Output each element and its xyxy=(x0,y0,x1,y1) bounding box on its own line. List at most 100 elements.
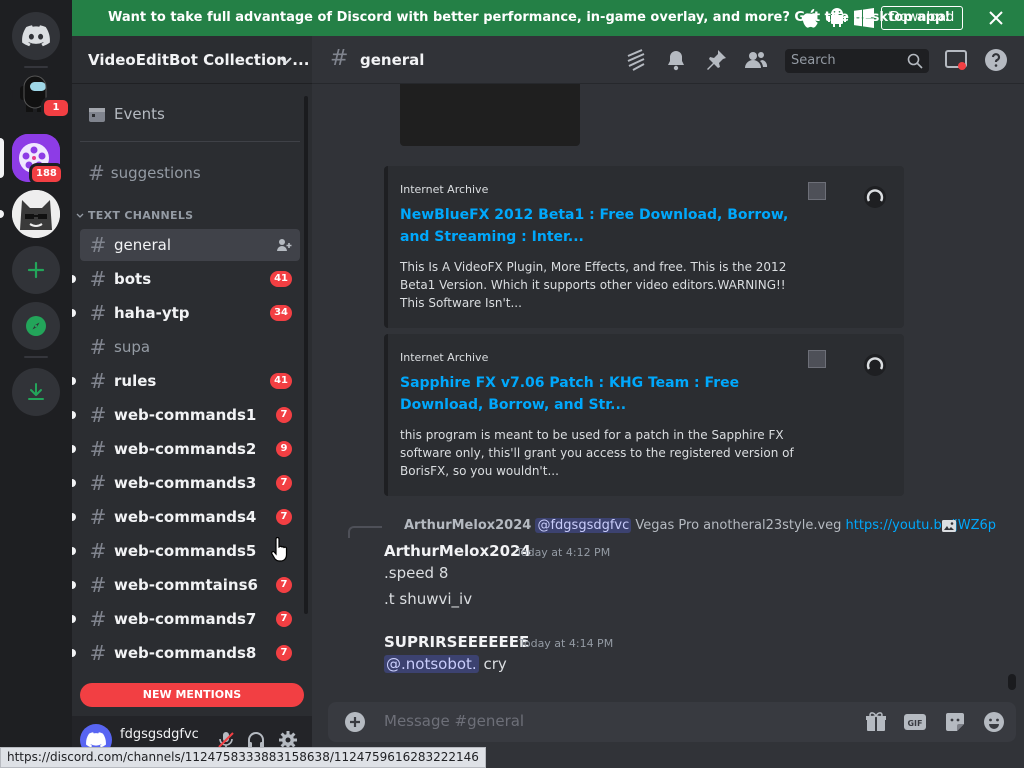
channel-item[interactable]: # web-commands5 xyxy=(72,535,300,567)
guild-name: VideoEditBot Collection ... xyxy=(88,51,310,69)
platform-icons xyxy=(802,8,874,28)
channel-sidebar: VideoEditBot Collection ... Events # sug… xyxy=(72,36,312,768)
message-timestamp: Today at 4:14 PM xyxy=(519,637,614,650)
channel-item[interactable]: # web-commands4 7 xyxy=(72,501,300,533)
discord-logo-icon xyxy=(86,732,106,748)
add-attachment-icon[interactable] xyxy=(344,711,366,733)
svg-text:GIF: GIF xyxy=(907,719,922,728)
category-label: TEXT CHANNELS xyxy=(88,209,194,222)
broken-image-icon[interactable] xyxy=(808,350,826,368)
mention-badge: 41 xyxy=(270,373,292,389)
download-button[interactable]: Download xyxy=(881,6,963,30)
embed-title-link[interactable]: NewBlueFX 2012 Beta1 : Free Download, Bo… xyxy=(400,204,790,248)
help-icon[interactable] xyxy=(984,48,1008,72)
rail-divider xyxy=(24,66,48,68)
search-input[interactable]: Search xyxy=(785,49,929,73)
events-item[interactable]: Events xyxy=(88,104,165,124)
channel-item[interactable]: # web-commands8 7 xyxy=(72,637,300,669)
message-content: @.notsobot. cry xyxy=(384,655,507,673)
category-text-channels[interactable]: TEXT CHANNELS xyxy=(76,209,193,222)
reply-link[interactable]: https://youtu.be/jWZ6p xyxy=(846,518,996,533)
reply-preview[interactable]: ArthurMelox2024 @fdgsgsdgfvc Vegas Pro a… xyxy=(404,518,1004,533)
mention-badge: 9 xyxy=(276,441,292,457)
events-label: Events xyxy=(114,105,165,123)
message-text: cry xyxy=(483,655,507,673)
channel-name: bots xyxy=(114,270,152,288)
channel-suggestions[interactable]: # suggestions xyxy=(88,161,201,185)
add-server-button[interactable] xyxy=(12,246,60,294)
hash-icon: # xyxy=(330,46,349,71)
channel-name: web-commands8 xyxy=(114,644,257,662)
guild-header[interactable]: VideoEditBot Collection ... xyxy=(72,36,312,84)
unread-indicator xyxy=(72,411,76,419)
embed-provider: Internet Archive xyxy=(400,183,489,196)
threads-icon[interactable] xyxy=(624,48,648,72)
discord-app: 1 188 Want to take full advantage of Dis… xyxy=(0,0,1024,768)
server-cat[interactable] xyxy=(12,190,60,238)
username: fdgsgsdgfvc xyxy=(120,727,199,742)
members-icon[interactable] xyxy=(744,48,768,72)
unread-server-pill xyxy=(0,210,4,218)
invite-member-icon[interactable] xyxy=(276,237,292,253)
hash-icon: # xyxy=(89,573,107,597)
channel-item[interactable]: # web-commands3 7 xyxy=(72,467,300,499)
channel-item[interactable]: # web-commands1 7 xyxy=(72,399,300,431)
channel-item[interactable]: # web-commtains6 7 xyxy=(72,569,300,601)
download-icon xyxy=(28,383,44,400)
reply-mention[interactable]: @fdgsgsdgfvc xyxy=(535,518,632,533)
message-text: .speed 8 xyxy=(384,564,449,582)
chat-header: # general Search xyxy=(312,36,1024,84)
chat-scrollbar[interactable] xyxy=(1008,674,1016,690)
unread-indicator xyxy=(72,513,76,521)
explore-servers-button[interactable] xyxy=(12,302,60,350)
channel-title: general xyxy=(360,51,425,69)
message-list: Internet Archive NewBlueFX 2012 Beta1 : … xyxy=(312,84,1024,698)
message-author[interactable]: ArthurMelox2024 xyxy=(384,542,531,560)
close-icon xyxy=(989,11,1003,25)
embed-title-link[interactable]: Sapphire FX v7.06 Patch : KHG Team : Fre… xyxy=(400,372,790,416)
embed-provider: Internet Archive xyxy=(400,351,489,364)
channel-item[interactable]: # general xyxy=(80,229,300,261)
channel-item[interactable]: # bots 41 xyxy=(72,263,300,295)
sticker-icon[interactable] xyxy=(943,710,967,734)
channel-item[interactable]: # web-commands7 7 xyxy=(72,603,300,635)
server-mention-badge: 1 xyxy=(41,97,71,119)
server-mention-badge: 188 xyxy=(29,163,64,185)
search-placeholder: Search xyxy=(791,53,836,68)
mention-badge: 7 xyxy=(276,611,292,627)
emoji-icon[interactable] xyxy=(982,710,1006,734)
channel-item[interactable]: # web-commands2 9 xyxy=(72,433,300,465)
message-author[interactable]: SUPRIRSEEEEEEE xyxy=(384,633,529,651)
mention-badge: 7 xyxy=(276,475,292,491)
message-timestamp: Today at 4:12 PM xyxy=(516,546,611,559)
channel-item[interactable]: # rules 41 xyxy=(72,365,300,397)
bell-icon[interactable] xyxy=(664,48,688,72)
hand-cursor-icon xyxy=(271,537,288,562)
chevron-down-icon xyxy=(280,57,292,65)
message-composer[interactable]: Message #general GIF xyxy=(328,702,1016,742)
pin-icon[interactable] xyxy=(704,48,728,72)
hash-icon: # xyxy=(89,471,107,495)
gift-icon[interactable] xyxy=(864,710,888,734)
discord-logo-icon xyxy=(22,25,50,47)
gif-icon[interactable]: GIF xyxy=(903,710,927,734)
close-banner-button[interactable] xyxy=(987,8,1005,28)
channel-item[interactable]: # supa xyxy=(80,331,300,363)
broken-image-icon[interactable] xyxy=(808,182,826,200)
server-among-us[interactable]: 1 xyxy=(12,70,71,119)
user-mention[interactable]: @.notsobot. xyxy=(384,655,479,673)
inbox-icon[interactable] xyxy=(944,48,968,72)
channel-name: web-commands3 xyxy=(114,474,257,492)
download-apps-button[interactable] xyxy=(12,368,60,416)
unread-indicator xyxy=(72,547,76,555)
calendar-icon xyxy=(89,108,105,122)
loading-spinner-icon xyxy=(864,354,886,376)
image-icon xyxy=(942,520,956,532)
new-mentions-button[interactable]: NEW MENTIONS xyxy=(80,683,304,707)
home-button[interactable] xyxy=(12,12,60,60)
channel-item[interactable]: # haha-ytp 34 xyxy=(72,297,300,329)
unread-indicator xyxy=(72,445,76,453)
channel-name: suggestions xyxy=(110,164,201,182)
embed-image[interactable] xyxy=(400,84,580,146)
sidebar-scrollbar[interactable] xyxy=(304,96,308,614)
